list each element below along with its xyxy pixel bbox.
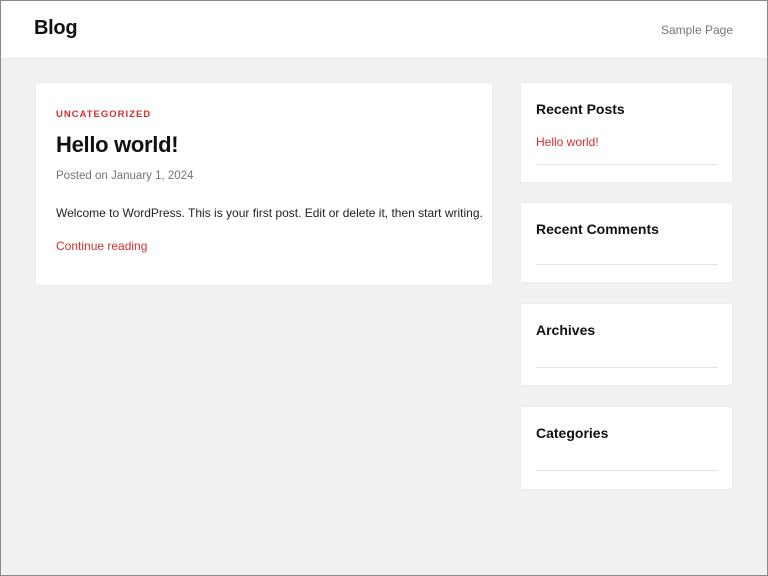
widget-archives: Archives <box>520 303 733 386</box>
site-header: Blog Sample Page <box>1 1 767 59</box>
widget-divider <box>536 367 718 368</box>
widget-recent-posts: Recent Posts Hello world! <box>520 82 733 183</box>
widget-divider <box>536 470 718 471</box>
nav-link-sample-page[interactable]: Sample Page <box>661 23 733 37</box>
widget-title: Categories <box>536 425 609 441</box>
post-category-link[interactable]: UNCATEGORIZED <box>56 109 151 120</box>
widget-divider <box>536 164 718 165</box>
widget-title: Recent Comments <box>536 221 659 237</box>
widget-title: Recent Posts <box>536 101 625 117</box>
post-title-link[interactable]: Hello world! <box>56 132 179 158</box>
site-title-link[interactable]: Blog <box>34 17 78 40</box>
widget-divider <box>536 264 718 265</box>
widget-title: Archives <box>536 322 596 338</box>
widget-categories: Categories <box>520 406 733 490</box>
continue-reading-link[interactable]: Continue reading <box>56 239 147 253</box>
post-card: UNCATEGORIZED Hello world! Posted on Jan… <box>35 82 493 286</box>
widget-recent-comments: Recent Comments <box>520 202 733 283</box>
post-date: Posted on January 1, 2024 <box>56 170 194 182</box>
recent-post-link[interactable]: Hello world! <box>536 135 599 149</box>
post-excerpt: Welcome to WordPress. This is your first… <box>56 206 483 220</box>
